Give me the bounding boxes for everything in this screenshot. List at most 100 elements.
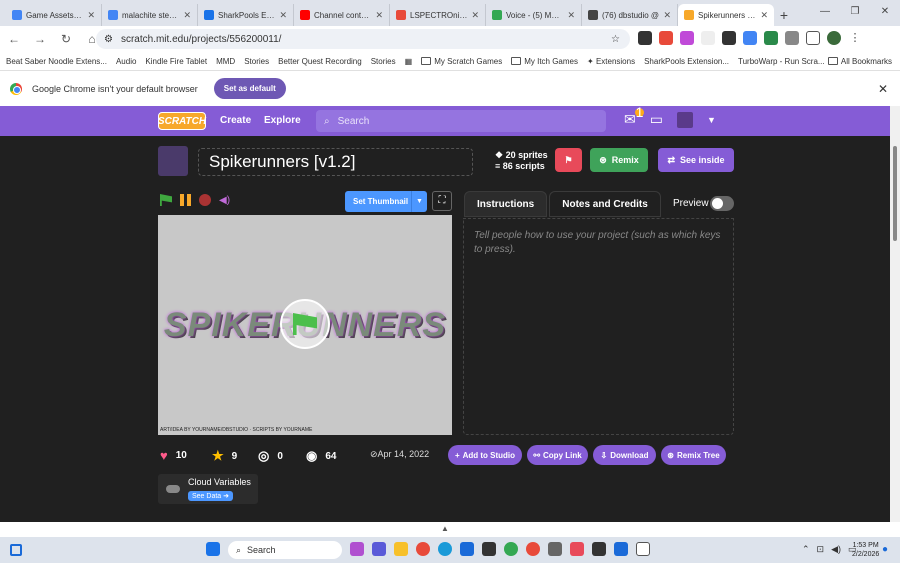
tab-search-icon[interactable]	[806, 31, 820, 45]
set-thumbnail-button[interactable]: Set Thumbnail ▼	[345, 191, 427, 212]
bookmark[interactable]: Stories	[244, 57, 269, 66]
messages-icon[interactable]: ✉ 1	[624, 105, 644, 128]
scratch-logo[interactable]: SCRATCH	[158, 112, 206, 130]
site-info-icon[interactable]: ⚙	[104, 34, 113, 45]
explore-link[interactable]: Explore	[264, 115, 301, 126]
download-button[interactable]: ⇩ Download	[593, 445, 656, 465]
teams-icon[interactable]	[372, 542, 386, 556]
all-bookmarks[interactable]: All Bookmarks	[827, 57, 892, 66]
project-stage[interactable]: SPIKERUNNERS ART/IDEA BY YOURNAME/DBSTUD…	[158, 215, 452, 435]
extension-icon[interactable]	[701, 31, 715, 45]
taskbar-clock[interactable]: 1:53 PM 2/2/2026	[852, 541, 879, 559]
browser-tab[interactable]: (76) dbstudio @ ✕	[582, 4, 678, 26]
create-link[interactable]: Create	[220, 115, 251, 126]
url-field[interactable]: ⚙ scratch.mit.edu/projects/556200011/ ☆	[96, 29, 630, 49]
bookmark[interactable]: Better Quest Recording	[278, 57, 362, 66]
browser-tab-active[interactable]: Spikerunners [v1 ✕	[678, 4, 774, 26]
new-tab-button[interactable]: +	[774, 4, 794, 26]
fullscreen-icon[interactable]: ⛶	[432, 191, 452, 211]
scroll-up-icon[interactable]: ▲	[441, 524, 449, 533]
see-inside-button[interactable]: ⇄ See inside	[658, 148, 734, 172]
widgets-icon[interactable]	[10, 544, 22, 556]
extension-icon[interactable]	[722, 31, 736, 45]
folder-icon[interactable]	[394, 542, 408, 556]
reload-icon[interactable]: ↻	[58, 32, 74, 46]
remix-button[interactable]: ⊛ Remix	[590, 148, 648, 172]
chevron-up-icon[interactable]: ⌃	[802, 544, 810, 555]
close-icon[interactable]: ✕	[663, 10, 671, 21]
close-icon[interactable]: ✕	[183, 10, 191, 21]
maximize-icon[interactable]: ❐	[840, 0, 870, 24]
search-input[interactable]: ⌕ Search	[316, 110, 606, 132]
project-title[interactable]: Spikerunners [v1.2]	[198, 148, 473, 176]
browser-tab[interactable]: Game Assets - Ch✕	[6, 4, 102, 26]
bookmark[interactable]: SharkPools Extension...	[644, 57, 729, 66]
bookmark[interactable]: TurboWarp - Run Scra...	[738, 57, 825, 66]
chrome-icon[interactable]	[526, 542, 540, 556]
close-icon[interactable]: ✕	[375, 10, 383, 21]
close-icon[interactable]: ✕	[760, 10, 768, 21]
browser-tab[interactable]: SharkPools Exten ✕	[198, 4, 294, 26]
app-icon[interactable]	[482, 542, 496, 556]
pause-icon[interactable]	[180, 194, 191, 206]
browser-tab[interactable]: LSPECTROnivers✕	[390, 4, 486, 26]
bookmark-folder[interactable]: My Itch Games	[511, 57, 578, 66]
copy-link-button[interactable]: ⚯ Copy Link	[527, 445, 588, 465]
set-default-button[interactable]: Set as default	[213, 78, 286, 99]
apps-icon[interactable]: ▦	[405, 57, 413, 66]
outlook-icon[interactable]	[460, 542, 474, 556]
avatar[interactable]	[676, 111, 693, 128]
loves-stat[interactable]: ♥ 10	[160, 448, 187, 463]
browser-tab[interactable]: malachite steven ✕	[102, 4, 198, 26]
chrome-icon[interactable]	[504, 542, 518, 556]
instructions-field[interactable]: Tell people how to use your project (suc…	[463, 218, 734, 435]
close-icon[interactable]: ✕	[87, 10, 95, 21]
notification-icon[interactable]: ●	[882, 544, 888, 555]
bookmark[interactable]: Audio	[116, 57, 136, 66]
bookmark[interactable]: Beat Saber Noodle Extens...	[6, 57, 107, 66]
start-icon[interactable]	[206, 542, 220, 556]
taskbar-search[interactable]: ⌕ Search	[228, 541, 342, 559]
chevron-down-icon[interactable]: ▼	[707, 115, 716, 125]
add-to-studio-button[interactable]: + Add to Studio	[448, 445, 522, 465]
app-icon[interactable]	[592, 542, 606, 556]
extension-icon[interactable]	[743, 31, 757, 45]
avatar[interactable]	[827, 31, 841, 45]
forward-icon[interactable]: →	[32, 32, 48, 46]
green-flag-overlay[interactable]	[280, 299, 330, 349]
stop-icon[interactable]	[199, 194, 211, 206]
back-icon[interactable]: ←	[6, 32, 22, 46]
app-icon[interactable]	[614, 542, 628, 556]
app-icon[interactable]	[570, 542, 584, 556]
preview-toggle[interactable]	[710, 196, 734, 211]
close-icon[interactable]: ✕	[471, 10, 479, 21]
close-icon[interactable]: ✕	[567, 10, 575, 21]
extension-icon[interactable]	[680, 31, 694, 45]
app-icon[interactable]	[548, 542, 562, 556]
bookmark[interactable]: ✦ Extensions	[587, 57, 635, 66]
chevron-down-icon[interactable]: ▼	[411, 191, 427, 212]
extension-icon[interactable]	[764, 31, 778, 45]
chrome-icon[interactable]	[416, 542, 430, 556]
menu-icon[interactable]: ⋮	[848, 31, 862, 45]
bookmark[interactable]: Kindle Fire Tablet	[145, 57, 207, 66]
browser-tab[interactable]: Channel content ✕	[294, 4, 390, 26]
bookmark-folder[interactable]: My Scratch Games	[421, 57, 502, 66]
star-icon[interactable]: ☆	[611, 34, 620, 45]
scrollbar-thumb[interactable]	[893, 146, 897, 241]
my-stuff-icon[interactable]: ▭	[650, 111, 663, 128]
close-icon[interactable]: ✕	[878, 82, 888, 96]
edge-icon[interactable]	[438, 542, 452, 556]
app-icon[interactable]	[350, 542, 364, 556]
minimize-icon[interactable]: —	[810, 0, 840, 24]
author-thumbnail[interactable]	[158, 146, 188, 176]
tab-instructions[interactable]: Instructions	[464, 191, 548, 217]
close-window-icon[interactable]: ✕	[870, 0, 900, 24]
bookmark[interactable]: MMD	[216, 57, 235, 66]
extensions-puzzle-icon[interactable]	[785, 31, 799, 45]
network-icon[interactable]: ⊡	[817, 544, 825, 555]
volume-icon[interactable]: ◀)	[831, 544, 841, 555]
extension-icon[interactable]	[659, 31, 673, 45]
speaker-icon[interactable]: ◀)	[219, 195, 230, 206]
page-scrollbar[interactable]	[890, 106, 900, 522]
